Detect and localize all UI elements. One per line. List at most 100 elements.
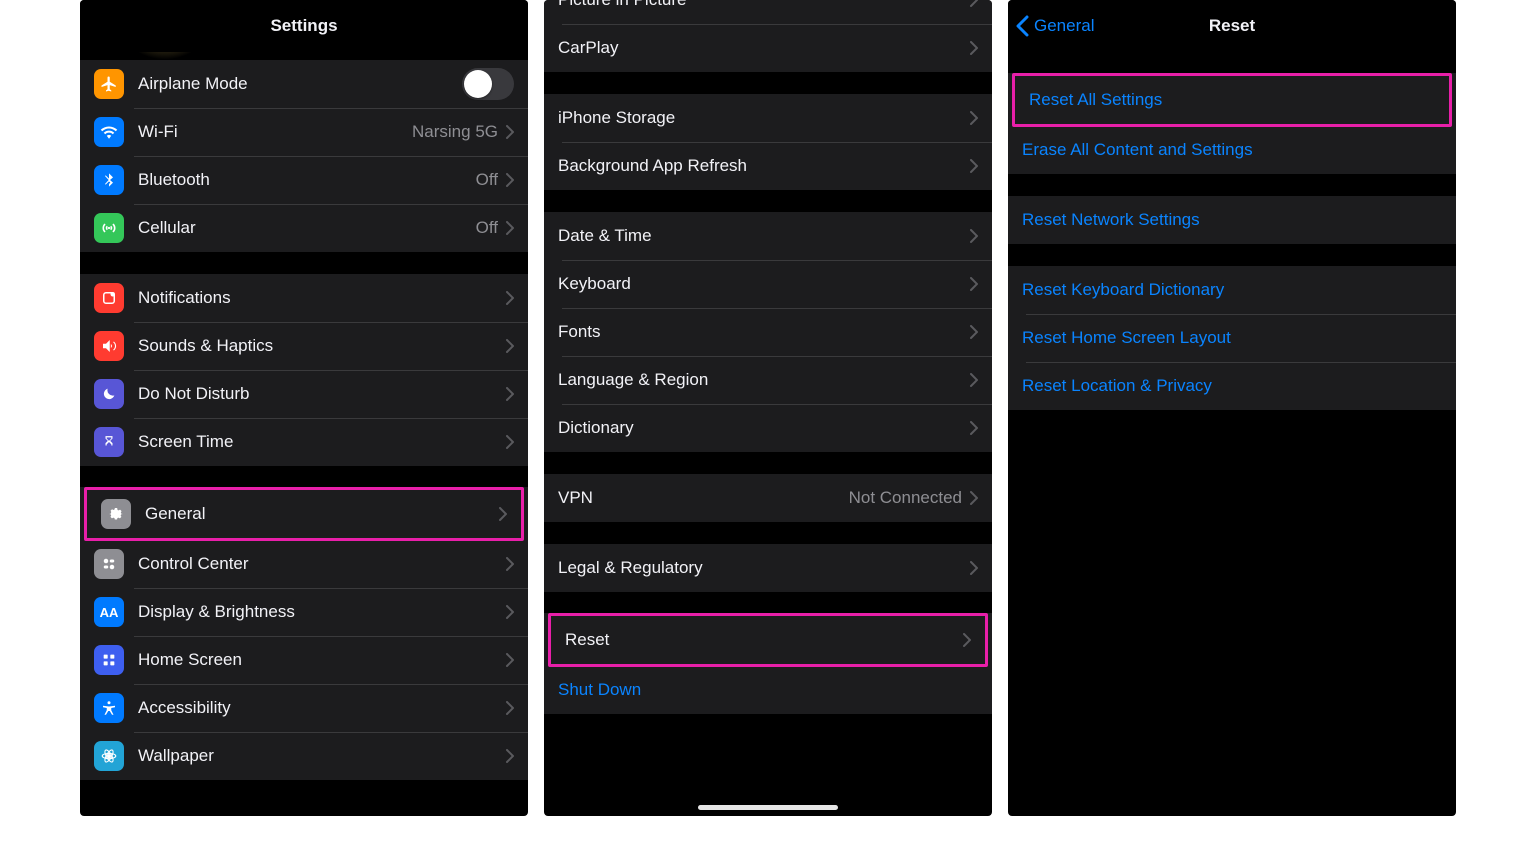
label: Cellular (138, 218, 476, 238)
group-reset: Reset Shut Down (544, 613, 992, 714)
chevron-right573-icon (499, 507, 507, 521)
header-settings: Settings (80, 0, 528, 52)
group-input: Date & Time Keyboard Fonts Language & Re… (544, 212, 992, 452)
row-erase-all[interactable]: Erase All Content and Settings (1008, 126, 1456, 174)
settings-scroll[interactable]: Airplane Mode Wi-Fi Narsing 5G Bluetooth (80, 52, 528, 816)
label: Reset Keyboard Dictionary (1022, 280, 1442, 300)
label: Home Screen (138, 650, 506, 670)
label: Reset Home Screen Layout (1022, 328, 1442, 348)
chevron-right-icon (506, 221, 514, 235)
row-notifications[interactable]: Notifications (80, 274, 528, 322)
general-scroll[interactable]: Picture in Picture CarPlay iPhone Storag… (544, 0, 992, 816)
panel-settings: Settings Airplane Mode Wi-Fi Narsing (80, 0, 528, 816)
chevron-right-icon (970, 0, 978, 7)
group-reset-main: Reset All Settings Erase All Content and… (1008, 73, 1456, 174)
back-label: General (1034, 16, 1094, 36)
chevron-right-icon (970, 561, 978, 575)
row-keyboard[interactable]: Keyboard (544, 260, 992, 308)
label: iPhone Storage (558, 108, 970, 128)
home-indicator[interactable] (698, 805, 838, 810)
row-dnd[interactable]: Do Not Disturb (80, 370, 528, 418)
row-home-screen[interactable]: Home Screen (80, 636, 528, 684)
row-reset-home-layout[interactable]: Reset Home Screen Layout (1008, 314, 1456, 362)
wifi-value: Narsing 5G (412, 122, 498, 142)
label: Display & Brightness (138, 602, 506, 622)
chevron-right-icon (506, 701, 514, 715)
cellular-icon (94, 213, 124, 243)
group-vpn: VPN Not Connected (544, 474, 992, 522)
row-reset[interactable]: Reset (551, 616, 985, 664)
chevron-right-icon (970, 373, 978, 387)
label: Wallpaper (138, 746, 506, 766)
chevron-right-icon (970, 325, 978, 339)
label: Legal & Regulatory (558, 558, 970, 578)
row-fonts[interactable]: Fonts (544, 308, 992, 356)
row-shut-down[interactable]: Shut Down (544, 666, 992, 714)
hourglass-icon (94, 427, 124, 457)
row-reset-network[interactable]: Reset Network Settings (1008, 196, 1456, 244)
row-display[interactable]: AA Display & Brightness (80, 588, 528, 636)
row-reset-all-settings[interactable]: Reset All Settings (1015, 76, 1449, 124)
row-dictionary[interactable]: Dictionary (544, 404, 992, 452)
group-connectivity: Airplane Mode Wi-Fi Narsing 5G Bluetooth (80, 60, 528, 252)
wallpaper-icon (94, 741, 124, 771)
row-reset-location[interactable]: Reset Location & Privacy (1008, 362, 1456, 410)
wifi-icon (94, 117, 124, 147)
label: Reset Location & Privacy (1022, 376, 1442, 396)
panel-general: Picture in Picture CarPlay iPhone Storag… (544, 0, 992, 816)
label: Date & Time (558, 226, 970, 246)
chevron-right-icon (506, 435, 514, 449)
chevron-right-icon (970, 41, 978, 55)
airplane-toggle[interactable] (462, 68, 514, 100)
label: Reset All Settings (1029, 90, 1435, 110)
row-reset-keyboard[interactable]: Reset Keyboard Dictionary (1008, 266, 1456, 314)
row-sounds[interactable]: Sounds & Haptics (80, 322, 528, 370)
label: Sounds & Haptics (138, 336, 506, 356)
row-wallpaper[interactable]: Wallpaper (80, 732, 528, 780)
bluetooth-icon (94, 165, 124, 195)
highlight-reset: Reset (548, 613, 988, 667)
reset-scroll[interactable]: Reset All Settings Erase All Content and… (1008, 52, 1456, 816)
row-bluetooth[interactable]: Bluetooth Off (80, 156, 528, 204)
group-reset-others: Reset Keyboard Dictionary Reset Home Scr… (1008, 266, 1456, 410)
label: Fonts (558, 322, 970, 342)
header-reset: General Reset (1008, 0, 1456, 52)
row-storage[interactable]: iPhone Storage (544, 94, 992, 142)
row-screen-time[interactable]: Screen Time (80, 418, 528, 466)
row-vpn[interactable]: VPN Not Connected (544, 474, 992, 522)
row-lang-region[interactable]: Language & Region (544, 356, 992, 404)
label: Control Center (138, 554, 506, 574)
row-pip[interactable]: Picture in Picture (544, 0, 992, 24)
row-bg-refresh[interactable]: Background App Refresh (544, 142, 992, 190)
cellular-value: Off (476, 218, 498, 238)
chevron-right-icon (970, 229, 978, 243)
label: CarPlay (558, 38, 970, 58)
back-button[interactable]: General (1016, 0, 1094, 52)
label: Reset Network Settings (1022, 210, 1442, 230)
chevron-right-icon (970, 111, 978, 125)
row-cellular[interactable]: Cellular Off (80, 204, 528, 252)
label: Dictionary (558, 418, 970, 438)
chevron-right-icon (970, 159, 978, 173)
row-accessibility[interactable]: Accessibility (80, 684, 528, 732)
row-general[interactable]: General (87, 490, 521, 538)
row-control-center[interactable]: Control Center (80, 540, 528, 588)
chevron-right-icon (506, 653, 514, 667)
vpn-value: Not Connected (849, 488, 962, 508)
accessibility-icon (94, 693, 124, 723)
row-carplay[interactable]: CarPlay (544, 24, 992, 72)
label: Shut Down (558, 680, 978, 700)
panel-reset: General Reset Reset All Settings Erase A… (1008, 0, 1456, 816)
chevron-right-icon (506, 339, 514, 353)
chevron-right-icon (506, 291, 514, 305)
row-wifi[interactable]: Wi-Fi Narsing 5G (80, 108, 528, 156)
row-airplane-mode[interactable]: Airplane Mode (80, 60, 528, 108)
highlight-reset-all: Reset All Settings (1012, 73, 1452, 127)
chevron-right-icon (970, 277, 978, 291)
label: Do Not Disturb (138, 384, 506, 404)
row-date-time[interactable]: Date & Time (544, 212, 992, 260)
label: Accessibility (138, 698, 506, 718)
label: Keyboard (558, 274, 970, 294)
row-legal[interactable]: Legal & Regulatory (544, 544, 992, 592)
chevron-right-icon (506, 387, 514, 401)
